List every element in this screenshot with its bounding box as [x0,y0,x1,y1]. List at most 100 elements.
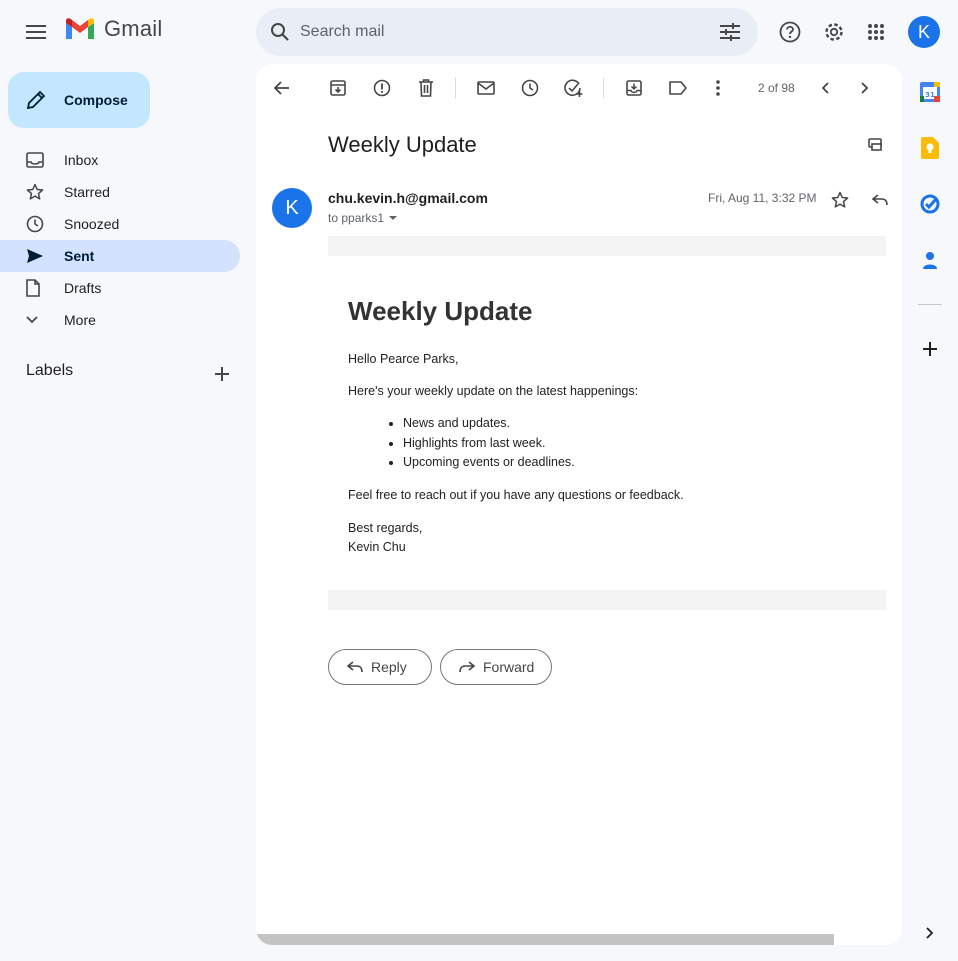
nav-label: Snoozed [64,216,120,232]
hamburger-icon [26,25,46,39]
draft-icon [26,279,40,297]
forward-button[interactable]: Forward [440,649,552,685]
dropdown-arrow-icon [389,216,398,220]
email-date: Fri, Aug 11, 3:32 PM [708,191,817,205]
google-apps-button[interactable] [856,12,896,52]
calendar-app-button[interactable]: 31 [914,76,946,108]
nav-label: Sent [64,248,95,264]
app-name: Gmail [104,16,163,41]
email-intro: Here's your weekly update on the latest … [348,384,639,398]
clock-icon [26,215,44,233]
create-label-button[interactable] [206,358,238,390]
pencil-icon [26,90,46,110]
contacts-icon [923,252,937,269]
nav-item-drafts[interactable]: Drafts [0,272,240,304]
email-greeting: Hello Pearce Parks, [348,352,459,366]
contacts-app-button[interactable] [914,244,946,276]
move-to-button[interactable] [618,72,650,104]
mark-unread-button[interactable] [470,72,502,104]
settings-button[interactable] [814,12,854,52]
nav-item-sent[interactable]: Sent [0,240,240,272]
toolbar-divider [455,78,456,98]
nav-item-snoozed[interactable]: Snoozed [0,208,240,240]
back-button[interactable] [266,72,298,104]
inbox-icon [26,152,44,168]
nav-label: Drafts [64,280,102,296]
search-icon[interactable] [260,12,300,52]
gmail-logo-icon [66,18,94,39]
email-content-card: Weekly Update Hello Pearce Parks, Here's… [328,256,886,590]
older-button[interactable] [849,72,881,104]
star-button[interactable] [824,184,856,216]
reply-icon-button[interactable] [864,184,896,216]
delete-button[interactable] [410,72,442,104]
email-subject: Weekly Update [328,132,477,157]
trash-icon [419,79,433,97]
sender-email[interactable]: chu.kevin.h@gmail.com [328,190,488,206]
email-heading: Weekly Update [348,296,533,326]
email-body: Weekly Update Hello Pearce Parks, Here's… [328,236,886,610]
pager-count: 2 of 98 [758,81,795,95]
search-input[interactable] [300,20,680,44]
email-bullet-list: News and updates. Highlights from last w… [383,414,575,473]
reply-label: Reply [371,659,407,675]
newer-button[interactable] [809,72,841,104]
gmail-logo[interactable]: Gmail [64,16,162,42]
list-item: Upcoming events or deadlines. [403,453,575,473]
get-addons-button[interactable] [914,333,946,365]
message-view: 2 of 98 Weekly Update K chu.kevin.h@gmai… [256,64,902,945]
reply-icon [347,661,363,673]
plus-icon [215,367,229,381]
keep-app-button[interactable] [914,132,946,164]
recipient-line[interactable]: to pparks1 [328,211,398,225]
list-item: News and updates. [403,414,575,434]
plus-icon [923,342,937,356]
add-to-tasks-button[interactable] [558,72,590,104]
arrow-back-icon [274,81,289,95]
nav-label: More [64,312,96,328]
list-item: Highlights from last week. [403,434,575,454]
nav-label: Inbox [64,152,99,168]
help-icon [779,21,801,43]
forward-icon [459,661,475,673]
apps-grid-icon [868,24,884,40]
svg-text:31: 31 [925,91,935,99]
sender-avatar[interactable]: K [272,188,312,228]
star-icon [831,191,849,208]
nav-item-inbox[interactable]: Inbox [0,144,240,176]
search-options-button[interactable] [710,12,750,52]
tasks-icon [920,194,940,214]
labels-heading: Labels [26,362,74,379]
more-actions-button[interactable] [702,72,734,104]
side-panel-divider [918,304,942,305]
label-icon [669,81,687,95]
send-icon [27,249,43,263]
add-task-icon [564,79,583,97]
nav-item-starred[interactable]: Starred [0,176,240,208]
star-icon [26,183,44,200]
move-to-icon [626,80,642,96]
archive-icon [330,80,346,96]
show-side-panel-button[interactable] [914,917,946,949]
nav-item-more[interactable]: More [0,304,240,336]
chevron-down-icon [26,316,38,324]
calendar-icon: 31 [920,82,940,102]
search-bar[interactable] [256,8,758,56]
account-avatar[interactable]: K [908,16,940,48]
recipient-text: to pparks1 [328,211,385,225]
main-menu-button[interactable] [16,12,56,52]
report-spam-button[interactable] [366,72,398,104]
print-all-button[interactable] [868,136,882,152]
clock-icon [521,79,539,97]
nav-label: Starred [64,184,110,200]
reply-button[interactable]: Reply [328,649,432,685]
archive-button[interactable] [322,72,354,104]
labels-button[interactable] [662,72,694,104]
horizontal-scrollbar[interactable] [256,934,834,945]
tasks-app-button[interactable] [914,188,946,220]
snooze-button[interactable] [514,72,546,104]
chevron-right-icon [926,927,934,939]
help-button[interactable] [770,12,810,52]
compose-button[interactable]: Compose [8,72,150,128]
email-signoff: Best regards, [348,521,423,535]
